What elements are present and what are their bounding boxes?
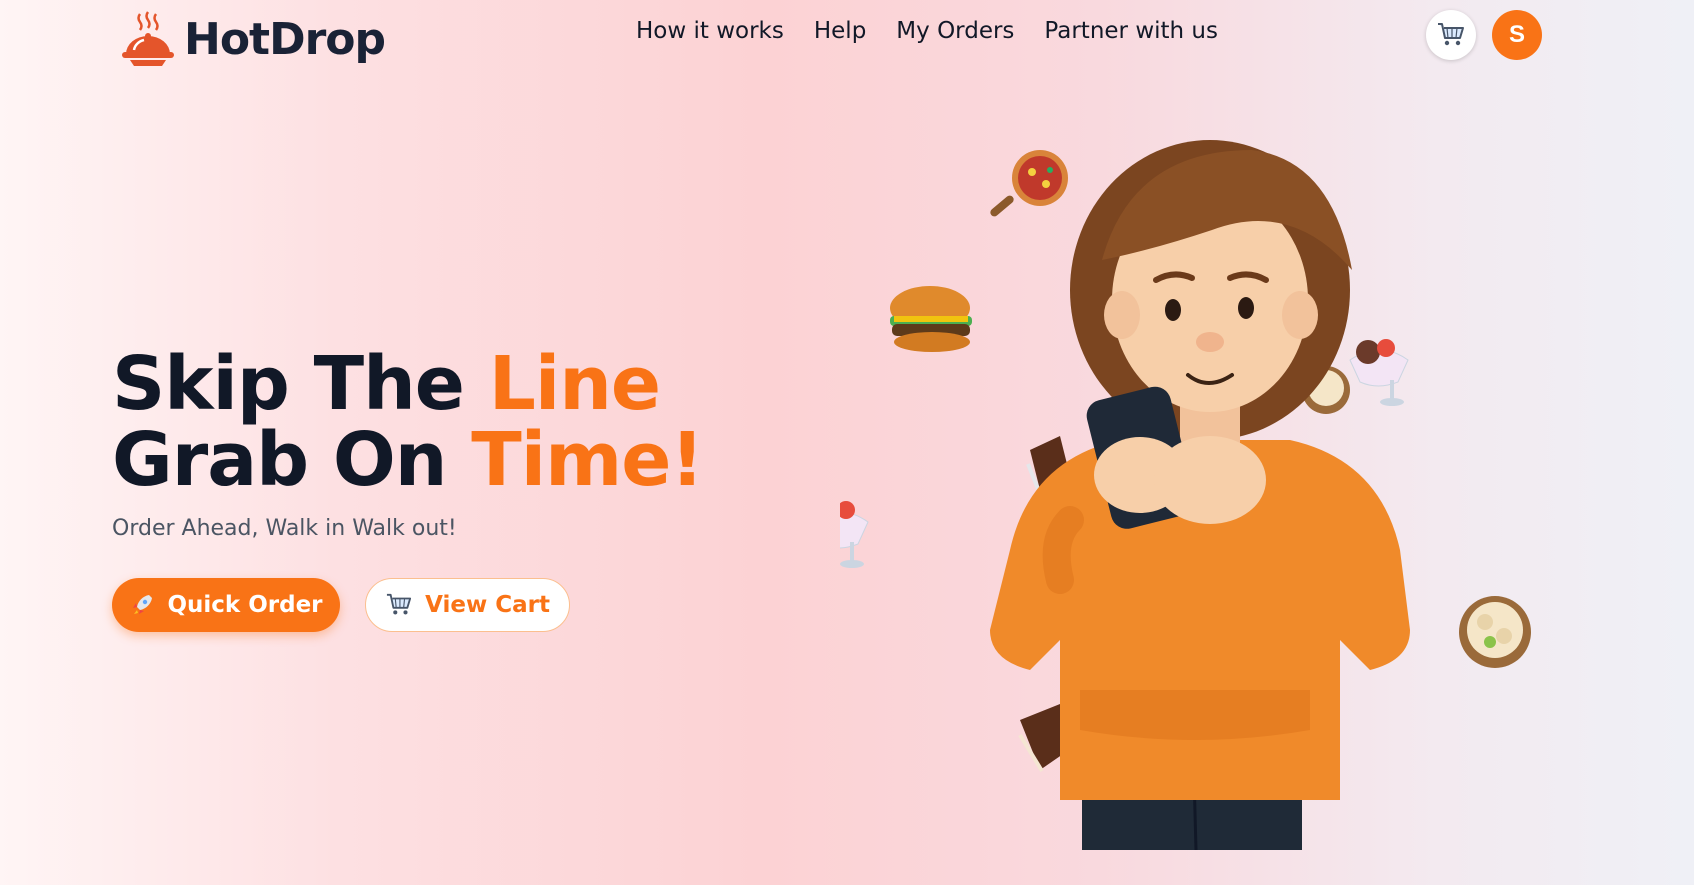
top-header: HotDrop How it works Help My Orders Part… <box>0 0 1694 80</box>
hero-line1-accent: Line <box>488 341 661 427</box>
sundae-icon <box>840 501 869 568</box>
sundae-icon <box>1349 339 1409 406</box>
nav-my-orders[interactable]: My Orders <box>896 18 1014 44</box>
dumpling-bowl-icon <box>1459 596 1531 668</box>
brand-name: HotDrop <box>184 13 386 65</box>
cloche-logo-icon <box>122 11 174 66</box>
brand-logo[interactable]: HotDrop <box>120 10 386 68</box>
hero-line1-dark: Skip The <box>112 341 489 427</box>
nav-how-it-works[interactable]: How it works <box>636 18 784 44</box>
burger-icon <box>890 286 972 352</box>
main-nav: How it works Help My Orders Partner with… <box>636 18 1218 44</box>
rocket-icon <box>133 595 153 614</box>
shopping-cart-icon <box>386 593 412 615</box>
hero-line2-accent: Time! <box>471 417 704 503</box>
shopping-cart-icon <box>1438 23 1464 46</box>
quick-order-button[interactable]: Quick Order <box>112 578 340 632</box>
hero-illustration <box>840 140 1531 850</box>
pizza-icon <box>990 150 1068 217</box>
hero-headline: Skip The Line Grab On Time! <box>112 346 704 498</box>
user-avatar[interactable]: S <box>1492 10 1542 60</box>
view-cart-label: View Cart <box>425 592 550 618</box>
nav-partner-with-us[interactable]: Partner with us <box>1044 18 1218 44</box>
hero-line2-dark: Grab On <box>112 417 472 503</box>
nav-help[interactable]: Help <box>814 18 866 44</box>
header-cart-button[interactable] <box>1426 10 1476 60</box>
view-cart-button[interactable]: View Cart <box>365 578 570 632</box>
hero-subtitle: Order Ahead, Walk in Walk out! <box>112 516 457 541</box>
quick-order-label: Quick Order <box>167 592 323 618</box>
